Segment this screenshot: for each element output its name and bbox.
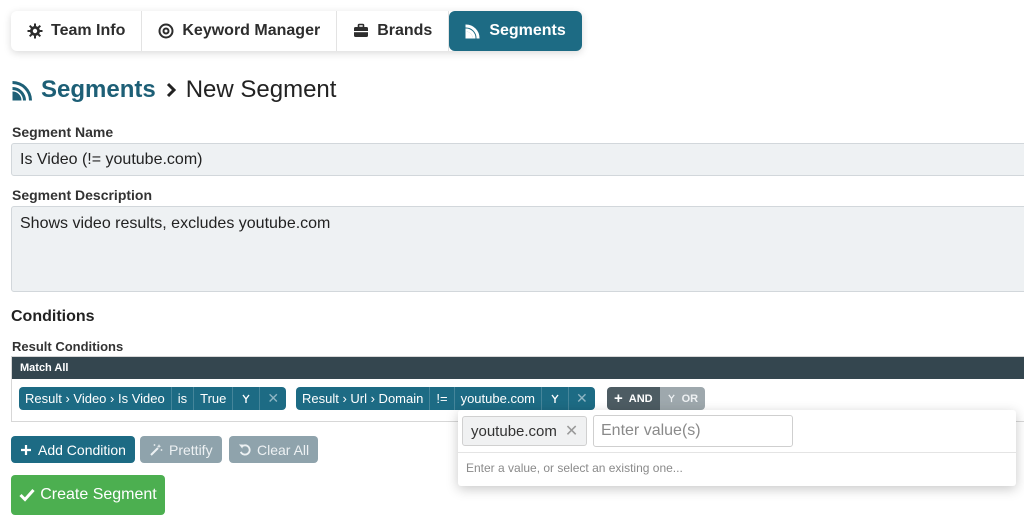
condition-operator[interactable]: !=: [430, 387, 455, 410]
condition-pill[interactable]: Result › Video › Is Video is True ✕: [19, 387, 287, 410]
dropdown-hint: Enter a value, or select an existing one…: [466, 461, 683, 475]
branch-icon: [667, 394, 675, 403]
condition-field[interactable]: Result › Video › Is Video: [19, 387, 172, 410]
branch-icon[interactable]: [233, 387, 261, 410]
tab-label: Segments: [489, 22, 566, 39]
segments-icon: [465, 23, 481, 39]
condition-value[interactable]: youtube.com: [455, 387, 543, 410]
target-icon: [158, 23, 174, 39]
condition-value[interactable]: True: [194, 387, 234, 410]
tab-segments[interactable]: Segments: [449, 11, 582, 51]
magic-wand-icon: [149, 443, 163, 457]
or-button[interactable]: OR: [659, 387, 706, 410]
chevron-right-icon: [166, 82, 176, 98]
plus-icon: +: [614, 390, 623, 407]
tab-label: Team Info: [51, 22, 126, 39]
tab-label: Brands: [377, 22, 433, 39]
plus-icon: [20, 444, 32, 456]
match-all-header[interactable]: Match All: [12, 357, 1024, 379]
add-condition-button[interactable]: Add Condition: [11, 436, 135, 463]
condition-operator[interactable]: is: [172, 387, 195, 410]
tab-brands[interactable]: Brands: [337, 11, 450, 51]
breadcrumb-root-link[interactable]: Segments: [41, 76, 156, 104]
gear-icon: [27, 23, 43, 39]
value-chip: youtube.com ✕: [462, 416, 588, 446]
value-input[interactable]: [593, 415, 793, 447]
segment-name-input[interactable]: [11, 143, 1024, 176]
checkmark-icon: [19, 488, 35, 502]
clear-all-button[interactable]: Clear All: [229, 436, 319, 463]
remove-condition-icon[interactable]: ✕: [569, 387, 595, 410]
tab-label: Keyword Manager: [182, 22, 321, 39]
condition-field[interactable]: Result › Url › Domain: [296, 387, 431, 410]
briefcase-icon: [353, 23, 369, 39]
value-dropdown: youtube.com ✕ Enter a value, or select a…: [458, 410, 1016, 486]
page-title: New Segment: [185, 76, 337, 103]
remove-condition-icon[interactable]: ✕: [260, 387, 286, 410]
undo-icon: [238, 443, 251, 456]
remove-value-icon[interactable]: ✕: [565, 421, 578, 441]
breadcrumb: Segments New Segment: [11, 74, 336, 106]
tab-team-info[interactable]: Team Info: [11, 11, 143, 51]
branch-icon[interactable]: [542, 387, 570, 410]
segment-description-textarea[interactable]: Shows video results, excludes youtube.co…: [11, 206, 1024, 292]
and-button[interactable]: + AND: [607, 387, 660, 410]
tab-keyword-manager[interactable]: Keyword Manager: [142, 11, 338, 51]
divider: [458, 452, 1016, 453]
prettify-button[interactable]: Prettify: [140, 436, 222, 463]
condition-pill[interactable]: Result › Url › Domain != youtube.com ✕: [296, 387, 595, 410]
create-segment-button[interactable]: Create Segment: [11, 475, 165, 515]
tab-bar: Team Info Keyword Manager Brands Segment…: [11, 11, 582, 51]
segments-icon: [12, 81, 32, 101]
segment-description-label: Segment Description: [12, 187, 153, 203]
segment-name-label: Segment Name: [12, 124, 114, 140]
result-conditions-label: Result Conditions: [12, 339, 124, 354]
conditions-heading: Conditions: [11, 308, 95, 325]
and-or-toggle: + AND OR: [607, 387, 706, 410]
